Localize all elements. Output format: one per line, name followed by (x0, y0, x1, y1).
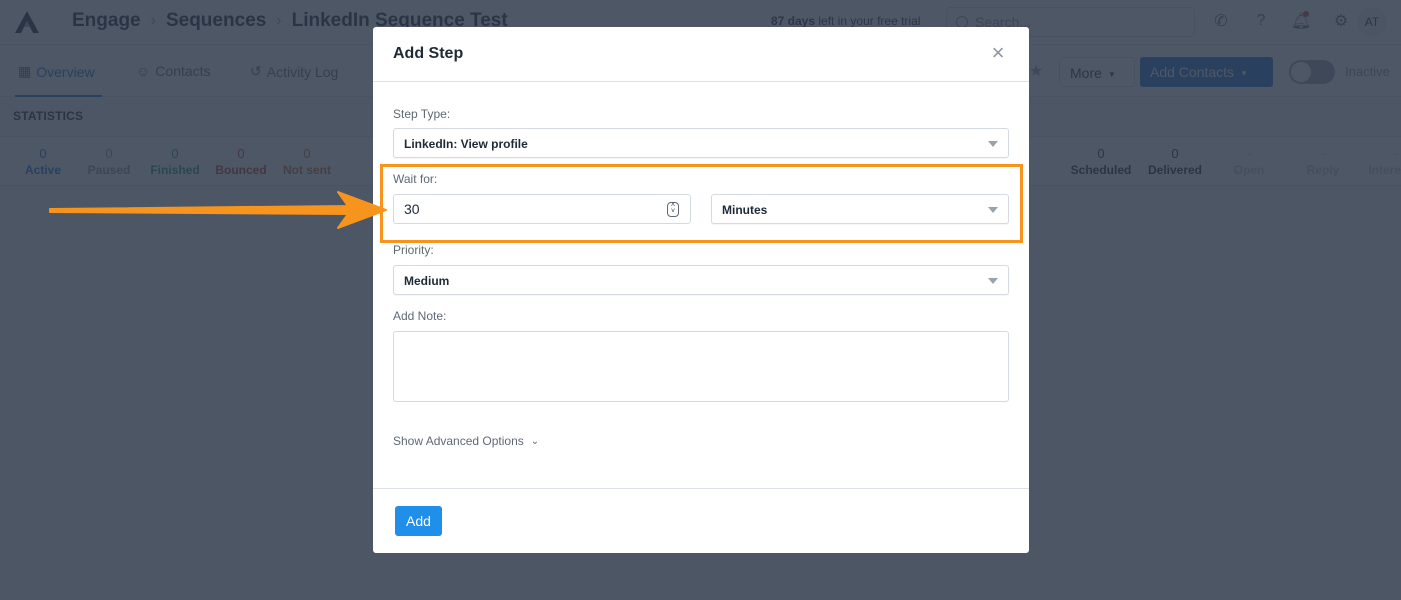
modal-header: Add Step × (373, 27, 1029, 82)
add-button[interactable]: Add (395, 506, 442, 536)
chevron-down-icon: ⌄ (530, 435, 540, 447)
annotation-arrow-icon (49, 191, 387, 229)
note-textarea[interactable] (393, 331, 1009, 402)
modal-title: Add Step (393, 45, 464, 62)
step-type-label: Step Type: (393, 107, 451, 121)
step-type-value: LinkedIn: View profile (404, 137, 528, 151)
caret-down-icon (988, 141, 998, 147)
caret-down-icon (988, 278, 998, 284)
priority-select[interactable]: Medium (393, 265, 1009, 295)
close-icon[interactable]: × (987, 42, 1009, 64)
modal-footer-divider (373, 488, 1029, 489)
priority-label: Priority: (393, 243, 434, 257)
add-step-modal: Add Step × Step Type: LinkedIn: View pro… (373, 27, 1029, 553)
show-advanced-options-toggle[interactable]: Show Advanced Options ⌄ (393, 434, 539, 448)
note-label: Add Note: (393, 309, 447, 323)
priority-value: Medium (404, 274, 450, 288)
annotation-highlight-box (380, 164, 1023, 243)
advanced-label: Show Advanced Options (393, 434, 524, 448)
step-type-select[interactable]: LinkedIn: View profile (393, 128, 1009, 158)
